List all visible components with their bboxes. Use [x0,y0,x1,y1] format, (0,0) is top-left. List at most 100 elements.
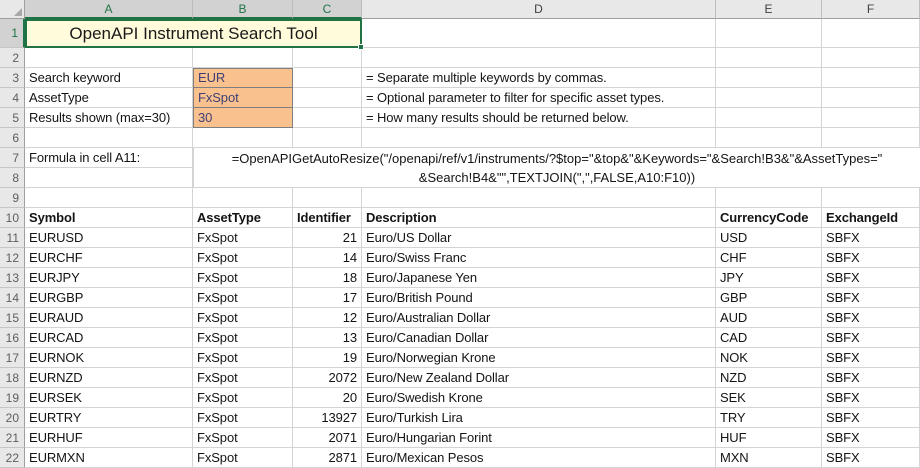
cell-e16[interactable]: CAD [716,328,822,348]
cell-f11[interactable]: SBFX [822,228,920,248]
cell-d9[interactable] [362,188,716,208]
cell-f19[interactable]: SBFX [822,388,920,408]
row-header-9[interactable]: 9 [0,188,25,208]
cell-e14[interactable]: GBP [716,288,822,308]
cell-b20[interactable]: FxSpot [193,408,293,428]
cell-b22[interactable]: FxSpot [193,448,293,468]
cell-d20[interactable]: Euro/Turkish Lira [362,408,716,428]
cell-b18[interactable]: FxSpot [193,368,293,388]
cell-c21[interactable]: 2071 [293,428,362,448]
param-note-assettype[interactable]: = Optional parameter to filter for speci… [362,88,716,108]
cell-e17[interactable]: NOK [716,348,822,368]
cell-c4[interactable] [293,88,362,108]
row-header-11[interactable]: 11 [0,228,25,248]
cell-f18[interactable]: SBFX [822,368,920,388]
row-header-2[interactable]: 2 [0,48,25,68]
cell-d2[interactable] [362,48,716,68]
cell-d1[interactable] [362,19,716,48]
fill-handle[interactable] [358,44,364,50]
cell-a13[interactable]: EURJPY [25,268,193,288]
cell-c3[interactable] [293,68,362,88]
param-label-assettype[interactable]: AssetType [25,88,193,108]
row-header-17[interactable]: 17 [0,348,25,368]
cell-e2[interactable] [716,48,822,68]
cell-b16[interactable]: FxSpot [193,328,293,348]
cell-d17[interactable]: Euro/Norwegian Krone [362,348,716,368]
cell-e13[interactable]: JPY [716,268,822,288]
column-title-symbol[interactable]: Symbol [25,208,193,228]
cell-a8[interactable] [25,168,193,188]
cell-b11[interactable]: FxSpot [193,228,293,248]
column-title-currencycode[interactable]: CurrencyCode [716,208,822,228]
cell-f22[interactable]: SBFX [822,448,920,468]
cell-c20[interactable]: 13927 [293,408,362,428]
column-header-d[interactable]: D [362,0,716,19]
cell-a22[interactable]: EURMXN [25,448,193,468]
row-header-6[interactable]: 6 [0,128,25,148]
column-header-a[interactable]: A [25,0,193,19]
row-header-21[interactable]: 21 [0,428,25,448]
row-header-15[interactable]: 15 [0,308,25,328]
cell-f4[interactable] [822,88,920,108]
title-cell[interactable]: OpenAPI Instrument Search Tool [25,19,362,48]
row-header-10[interactable]: 10 [0,208,25,228]
row-header-8[interactable]: 8 [0,168,25,188]
cell-d21[interactable]: Euro/Hungarian Forint [362,428,716,448]
cell-e15[interactable]: AUD [716,308,822,328]
param-label-search-keyword[interactable]: Search keyword [25,68,193,88]
cell-e6[interactable] [716,128,822,148]
param-note-results-shown-max-30[interactable]: = How many results should be returned be… [362,108,716,128]
formula-cell[interactable]: =OpenAPIGetAutoResize("/openapi/ref/v1/i… [193,148,920,188]
cell-e19[interactable]: SEK [716,388,822,408]
cell-c11[interactable]: 21 [293,228,362,248]
cell-c2[interactable] [293,48,362,68]
cell-f20[interactable]: SBFX [822,408,920,428]
cell-c5[interactable] [293,108,362,128]
row-header-7[interactable]: 7 [0,148,25,168]
cell-f16[interactable]: SBFX [822,328,920,348]
row-header-19[interactable]: 19 [0,388,25,408]
cell-d11[interactable]: Euro/US Dollar [362,228,716,248]
cell-e20[interactable]: TRY [716,408,822,428]
cell-f6[interactable] [822,128,920,148]
formula-label[interactable]: Formula in cell A11: [25,148,193,168]
cell-a12[interactable]: EURCHF [25,248,193,268]
cell-a6[interactable] [25,128,193,148]
select-all-corner[interactable] [0,0,25,19]
cell-e22[interactable]: MXN [716,448,822,468]
cell-a18[interactable]: EURNZD [25,368,193,388]
cell-b13[interactable]: FxSpot [193,268,293,288]
cell-b14[interactable]: FxSpot [193,288,293,308]
row-header-4[interactable]: 4 [0,88,25,108]
row-header-13[interactable]: 13 [0,268,25,288]
row-header-12[interactable]: 12 [0,248,25,268]
row-header-1[interactable]: 1 [0,19,25,48]
cell-b6[interactable] [193,128,293,148]
cell-a21[interactable]: EURHUF [25,428,193,448]
cell-e4[interactable] [716,88,822,108]
cell-f21[interactable]: SBFX [822,428,920,448]
cell-b21[interactable]: FxSpot [193,428,293,448]
cell-d19[interactable]: Euro/Swedish Krone [362,388,716,408]
cell-a15[interactable]: EURAUD [25,308,193,328]
cell-d13[interactable]: Euro/Japanese Yen [362,268,716,288]
cell-f15[interactable]: SBFX [822,308,920,328]
row-header-14[interactable]: 14 [0,288,25,308]
cell-f12[interactable]: SBFX [822,248,920,268]
column-title-exchangeid[interactable]: ExchangeId [822,208,920,228]
row-header-18[interactable]: 18 [0,368,25,388]
param-label-results-shown-max-30[interactable]: Results shown (max=30) [25,108,193,128]
cell-c12[interactable]: 14 [293,248,362,268]
cell-c18[interactable]: 2072 [293,368,362,388]
cell-c17[interactable]: 19 [293,348,362,368]
cell-d15[interactable]: Euro/Australian Dollar [362,308,716,328]
cell-a14[interactable]: EURGBP [25,288,193,308]
cell-f2[interactable] [822,48,920,68]
cell-e3[interactable] [716,68,822,88]
cell-e9[interactable] [716,188,822,208]
cell-c13[interactable]: 18 [293,268,362,288]
cell-c9[interactable] [293,188,362,208]
column-title-identifier[interactable]: Identifier [293,208,362,228]
row-header-3[interactable]: 3 [0,68,25,88]
column-header-b[interactable]: B [193,0,293,19]
